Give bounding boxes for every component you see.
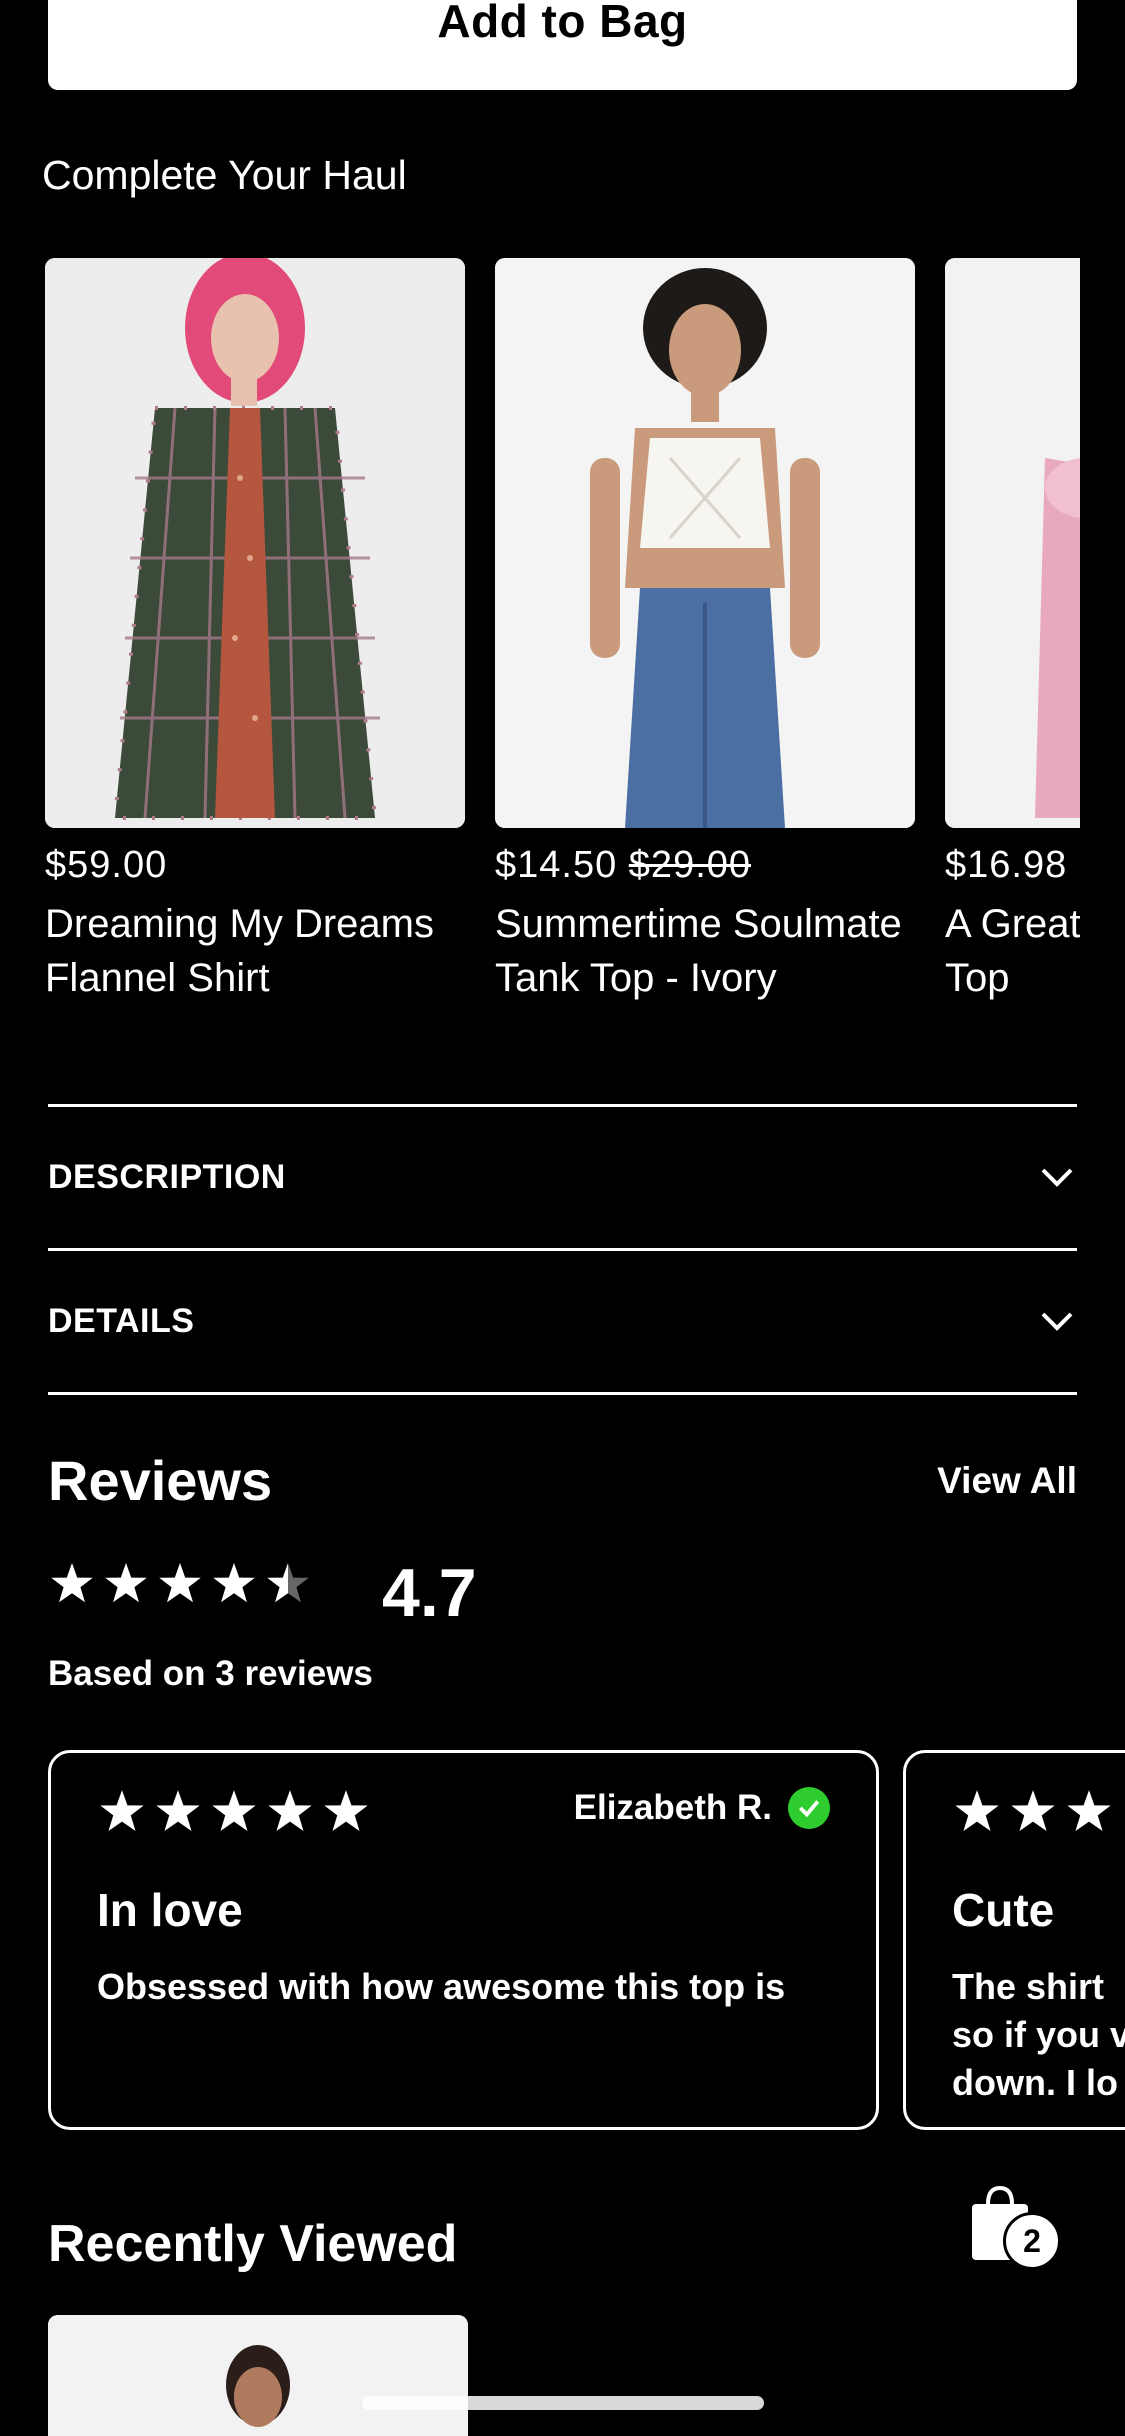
product-name-line2[interactable]: Flannel Shirt [45,951,465,1005]
chevron-down-icon [1041,1312,1073,1331]
star-icon [213,1563,255,1603]
complete-your-haul-title: Complete Your Haul [42,152,407,198]
star-icon [1011,1790,1055,1831]
review-title: Cute [952,1884,1055,1936]
star-icon [105,1563,147,1603]
review-stars [952,1787,1125,1837]
star-icon [51,1563,93,1603]
review-title: In love [97,1884,243,1936]
view-all-reviews-link[interactable]: View All [937,1460,1077,1502]
review-card[interactable]: Cute The shirt so if you v down. I lo [903,1750,1125,2130]
rating-stars [48,1560,312,1608]
details-label: DETAILS [48,1301,195,1340]
product-name-line1[interactable]: Summertime Soulmate [495,897,915,951]
product-price: $14.50 $29.00 [495,844,915,887]
star-icon [268,1790,312,1831]
home-indicator [362,2396,764,2410]
haul-product-card[interactable]: $59.00 Dreaming My Dreams Flannel Shirt [45,258,465,1005]
reviewer-name: Elizabeth R. [573,1788,772,1827]
review-body: Obsessed with how awesome this top is [97,1966,786,2007]
recently-viewed-title: Recently Viewed [48,2215,458,2273]
star-icon [212,1790,256,1831]
recently-viewed-product-image[interactable] [48,2315,468,2436]
product-image[interactable] [45,258,465,828]
divider [48,1392,1077,1395]
verified-check-icon [788,1787,830,1829]
bag-count-badge[interactable]: 2 [1003,2212,1061,2270]
star-icon [100,1790,144,1831]
reviews-title: Reviews [48,1449,273,1512]
description-label: DESCRIPTION [48,1157,286,1196]
half-star-icon [267,1563,309,1603]
description-accordion[interactable]: DESCRIPTION [48,1107,1077,1247]
star-icon [955,1790,999,1831]
star-icon [156,1790,200,1831]
chevron-down-icon [1041,1168,1073,1187]
haul-product-card[interactable]: $14.50 $29.00 Summertime Soulmate Tank T… [495,258,915,1005]
star-icon [159,1563,201,1603]
review-count: Based on 3 reviews [48,1654,373,1693]
original-price: $29.00 [628,844,752,886]
carousel-edge [1080,240,1125,1040]
star-icon [324,1790,368,1831]
reviewer: Elizabeth R. [574,1787,830,1829]
review-body-line3: down. I lo [952,2062,1118,2103]
details-accordion[interactable]: DETAILS [48,1251,1077,1391]
product-name-line1[interactable]: Dreaming My Dreams [45,897,465,951]
product-page: Add to Bag Complete Your Haul $59.00 Dre… [0,0,1125,2436]
review-body-line2: so if you v [952,2014,1125,2055]
add-to-bag-button[interactable]: Add to Bag [48,0,1077,90]
star-icon [1067,1790,1111,1831]
review-body-line1: The shirt [952,1966,1105,2007]
product-name-line2[interactable]: Tank Top - Ivory [495,951,915,1005]
product-price: $59.00 [45,844,168,886]
average-rating: 4.7 [382,1555,477,1631]
review-card[interactable]: Elizabeth R. In love Obsessed with how a… [48,1750,879,2130]
product-image[interactable] [495,258,915,828]
sale-price: $14.50 [495,844,618,886]
